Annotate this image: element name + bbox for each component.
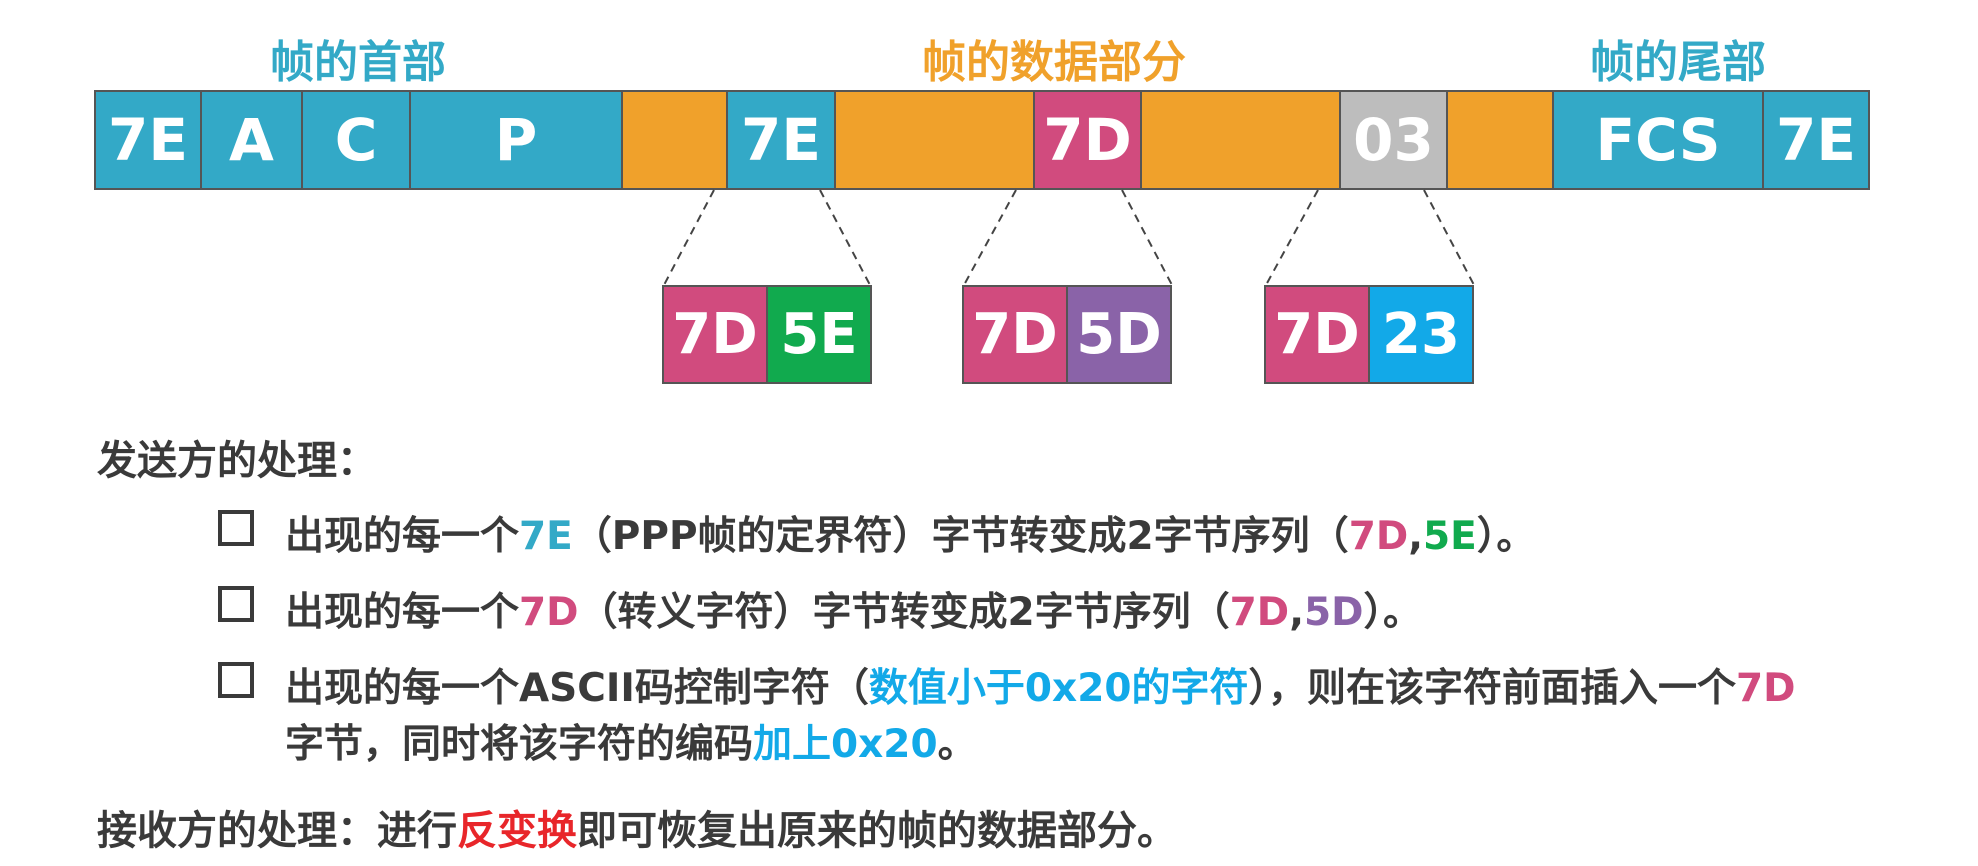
receiver-line: 接收方的处理：进行反变换即可恢复出原来的帧的数据部分。 [97,808,1177,854]
connector-line [1265,189,1319,286]
connector-line [1423,189,1475,286]
bullet-checkbox-icon [218,510,254,546]
receiver-title: 接收方的处理： [97,808,377,854]
encoded-byte-box: 5E [766,285,872,384]
escape-byte-box: 7D [962,285,1068,384]
escape-byte-box: 7D [1264,285,1370,384]
bullet-checkbox-icon [218,662,254,698]
connector-line [963,189,1017,286]
expansion-7e: 7D 5E [662,285,872,384]
escape-byte-box: 7D [662,285,768,384]
sender-title: 发送方的处理： [97,438,377,484]
connector-line [1121,189,1173,286]
expansion-03: 7D 23 [1264,285,1474,384]
sender-rule-3: 出现的每一个ASCII码控制字符（数值小于0x20的字符），则在该字符前面插入一… [285,666,1796,711]
connector-line [819,189,871,286]
sender-rule-2: 出现的每一个7D（转义字符）字节转变成2字节序列（7D,5D）。 [285,590,1423,635]
sender-rule-1: 出现的每一个7E（PPP帧的定界符）字节转变成2字节序列（7D,5E）。 [285,514,1536,559]
encoded-byte-box: 23 [1368,285,1474,384]
sender-rule-3-continued: 字节，同时将该字符的编码加上0x20。 [285,722,977,767]
encoded-byte-box: 5D [1066,285,1172,384]
connector-line [663,189,715,286]
expansion-7d: 7D 5D [962,285,1172,384]
bullet-checkbox-icon [218,586,254,622]
